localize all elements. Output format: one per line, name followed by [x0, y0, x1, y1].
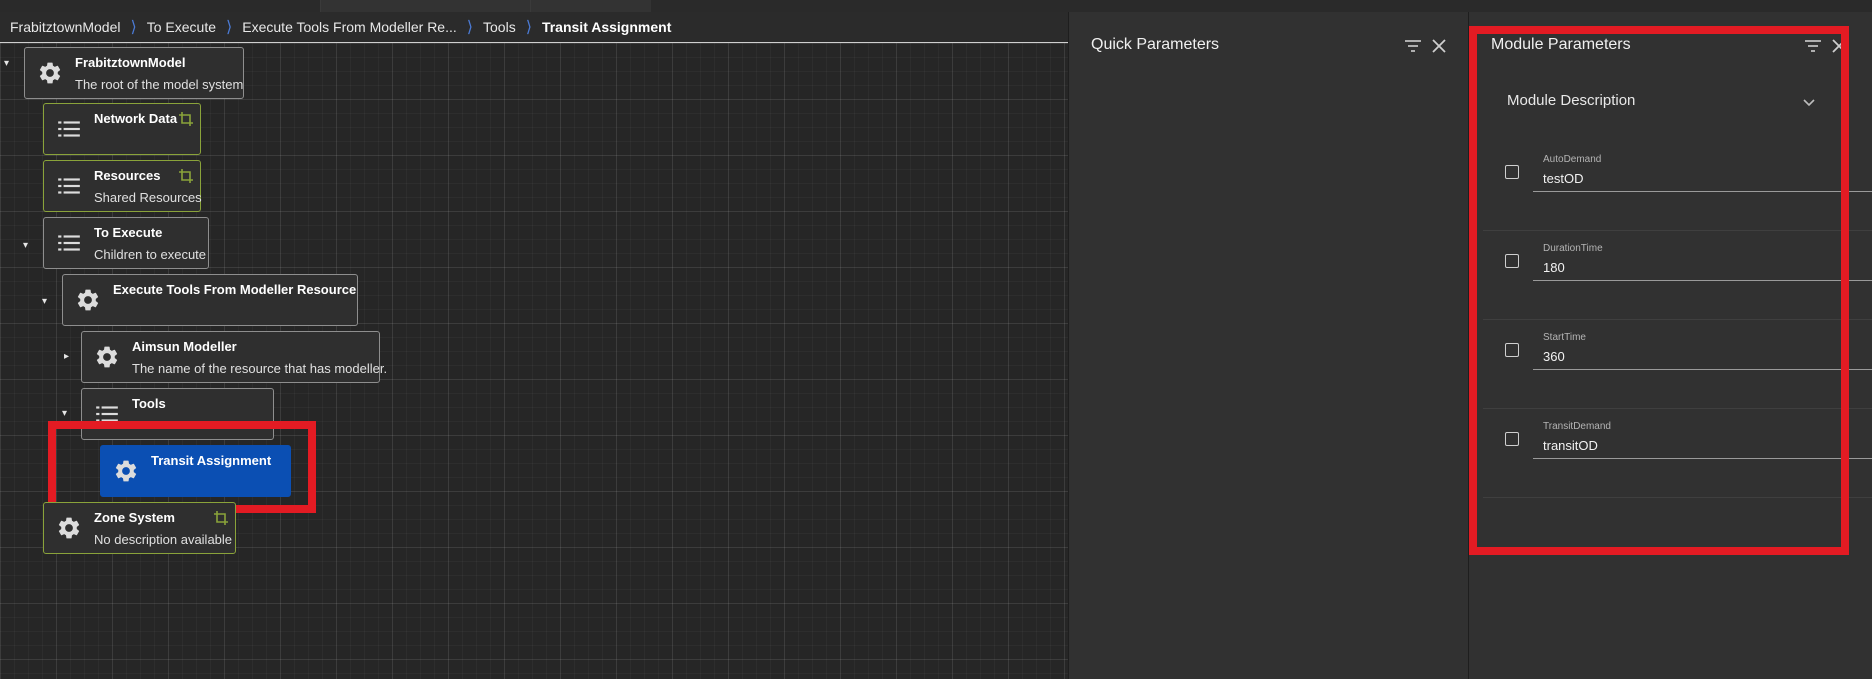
node-resources[interactable]: Resources Shared Resources: [43, 160, 202, 212]
node-aimsun-modeller[interactable]: Aimsun Modeller The name of the resource…: [81, 331, 387, 383]
gear-icon: [75, 287, 101, 313]
gear-icon: [56, 515, 82, 541]
node-description: The root of the model system: [75, 77, 244, 92]
link-icon: [213, 510, 229, 526]
gear-icon: [113, 458, 139, 484]
breadcrumb: FrabitztownModel ⟩ To Execute ⟩ Execute …: [0, 12, 1068, 43]
node-transit-assignment[interactable]: Transit Assignment: [100, 445, 291, 497]
collapse-toggle[interactable]: ▾: [4, 59, 14, 69]
panel-title: Quick Parameters: [1091, 36, 1220, 53]
node-name: Execute Tools From Modeller Resource: [113, 282, 357, 297]
list-icon: [56, 116, 82, 142]
top-strip: [0, 0, 1872, 12]
top-tab[interactable]: [320, 0, 531, 12]
node-name: Resources: [94, 168, 161, 183]
node-to-execute[interactable]: To Execute Children to execute: [43, 217, 209, 269]
node-description: Shared Resources: [94, 190, 202, 205]
expand-toggle[interactable]: ▸: [64, 352, 74, 362]
link-icon: [178, 111, 194, 127]
node-name: FrabitztownModel: [75, 55, 186, 70]
node-name: Zone System: [94, 510, 175, 525]
node-name: Aimsun Modeller: [132, 339, 237, 354]
list-icon: [56, 230, 82, 256]
top-tab[interactable]: [530, 0, 651, 12]
node-execute-tools[interactable]: Execute Tools From Modeller Resource: [62, 274, 358, 326]
breadcrumb-current[interactable]: Transit Assignment: [532, 19, 681, 35]
node-name: Tools: [132, 396, 166, 411]
collapse-toggle[interactable]: ▾: [23, 241, 33, 251]
link-icon: [178, 168, 194, 184]
node-name: To Execute: [94, 225, 163, 240]
node-frabitztownmodel[interactable]: FrabitztownModel The root of the model s…: [24, 47, 244, 99]
breadcrumb-item[interactable]: To Execute: [137, 19, 226, 35]
node-description: Children to execute: [94, 247, 207, 262]
node-name: Transit Assignment: [151, 453, 272, 468]
quick-parameters-panel: Quick Parameters: [1068, 12, 1469, 679]
collapse-toggle[interactable]: ▾: [62, 409, 72, 419]
model-system-canvas[interactable]: ▾ FrabitztownModel The root of the model…: [0, 43, 1068, 679]
filter-icon[interactable]: [1403, 36, 1423, 56]
node-name: Network Data: [94, 111, 178, 126]
breadcrumb-item[interactable]: Execute Tools From Modeller Re...: [232, 19, 467, 35]
node-description: No description available: [94, 532, 233, 547]
node-network-data[interactable]: Network Data: [43, 103, 201, 155]
node-description: The name of the resource that has modell…: [132, 361, 388, 376]
collapse-toggle[interactable]: ▾: [42, 297, 52, 307]
close-icon[interactable]: [1429, 36, 1449, 56]
highlight-box: [1469, 26, 1849, 555]
breadcrumb-item[interactable]: Tools: [473, 19, 526, 35]
gear-icon: [37, 60, 63, 86]
breadcrumb-item[interactable]: FrabitztownModel: [0, 19, 131, 35]
gear-icon: [94, 344, 120, 370]
list-icon: [56, 173, 82, 199]
node-zone-system[interactable]: Zone System No description available: [43, 502, 236, 554]
module-parameters-panel: Module Parameters Module Description Aut…: [1468, 12, 1872, 679]
